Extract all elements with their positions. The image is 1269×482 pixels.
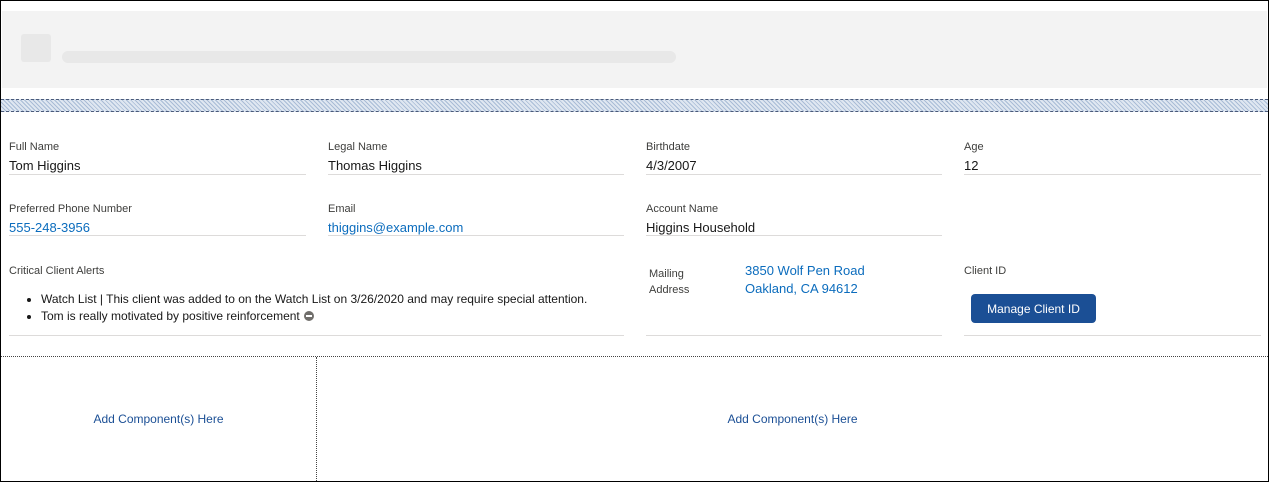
field-age: Age 12 (964, 140, 1261, 175)
phone-divider (9, 235, 306, 236)
page-frame: Full Name Tom Higgins Legal Name Thomas … (0, 0, 1269, 482)
full-name-divider (9, 174, 306, 175)
age-value: 12 (964, 158, 979, 173)
field-full-name: Full Name Tom Higgins (9, 140, 306, 175)
mailing-address-label: Mailing Address (649, 266, 689, 298)
field-mailing-address: Mailing Address 3850 Wolf Pen Road Oakla… (646, 262, 942, 336)
address-line2: Oakland, CA 94612 (745, 281, 858, 296)
mailing-address-link[interactable]: 3850 Wolf Pen Road Oakland, CA 94612 (745, 262, 865, 298)
critical-alerts-label: Critical Client Alerts (9, 265, 105, 277)
field-account-name: Account Name Higgins Household (646, 202, 942, 237)
alert-item: Watch List | This client was added to on… (41, 291, 624, 308)
client-id-divider (964, 335, 1261, 336)
account-name-label: Account Name (646, 203, 719, 215)
full-name-label: Full Name (9, 141, 60, 153)
legal-name-divider (328, 174, 624, 175)
address-line1: 3850 Wolf Pen Road (745, 263, 865, 278)
right-region-label: Add Component(s) Here (727, 412, 858, 426)
full-name-value: Tom Higgins (9, 158, 81, 173)
account-name-divider (646, 235, 942, 236)
birthdate-label: Birthdate (646, 141, 691, 153)
field-critical-alerts: Critical Client Alerts Watch List | This… (9, 264, 624, 336)
mailing-address-divider (646, 335, 942, 336)
email-divider (328, 235, 624, 236)
field-phone: Preferred Phone Number 555-248-3956 (9, 202, 306, 237)
phone-label: Preferred Phone Number (9, 203, 132, 215)
header-placeholder (2, 11, 1267, 88)
right-component-region[interactable]: Add Component(s) Here (317, 357, 1268, 481)
left-component-region[interactable]: Add Component(s) Here (1, 357, 316, 481)
field-legal-name: Legal Name Thomas Higgins (328, 140, 624, 175)
legal-name-value: Thomas Higgins (328, 158, 422, 173)
left-region-label: Add Component(s) Here (93, 412, 224, 426)
field-birthdate: Birthdate 4/3/2007 (646, 140, 942, 175)
alert-item: Tom is really motivated by positive rein… (41, 308, 624, 325)
remove-circle-icon[interactable] (303, 311, 314, 321)
age-divider (964, 174, 1261, 175)
birthdate-value: 4/3/2007 (646, 158, 697, 173)
alert-text: Tom is really motivated by positive rein… (41, 309, 300, 323)
age-label: Age (964, 141, 984, 153)
field-email: Email thiggins@example.com (328, 202, 624, 237)
client-id-label: Client ID (964, 265, 1007, 277)
alert-text: Watch List | This client was added to on… (41, 292, 588, 306)
legal-name-label: Legal Name (328, 141, 388, 153)
critical-alerts-divider (9, 335, 624, 336)
critical-alerts-list: Watch List | This client was added to on… (9, 291, 624, 325)
drop-zone-highlight (1, 99, 1268, 112)
manage-client-id-button[interactable]: Manage Client ID (971, 294, 1096, 323)
header-icon-placeholder (21, 34, 51, 62)
mailing-label-line1: Mailing (649, 268, 684, 280)
email-label: Email (328, 203, 356, 215)
mailing-label-line2: Address (649, 284, 690, 296)
birthdate-divider (646, 174, 942, 175)
header-title-placeholder (62, 51, 676, 63)
